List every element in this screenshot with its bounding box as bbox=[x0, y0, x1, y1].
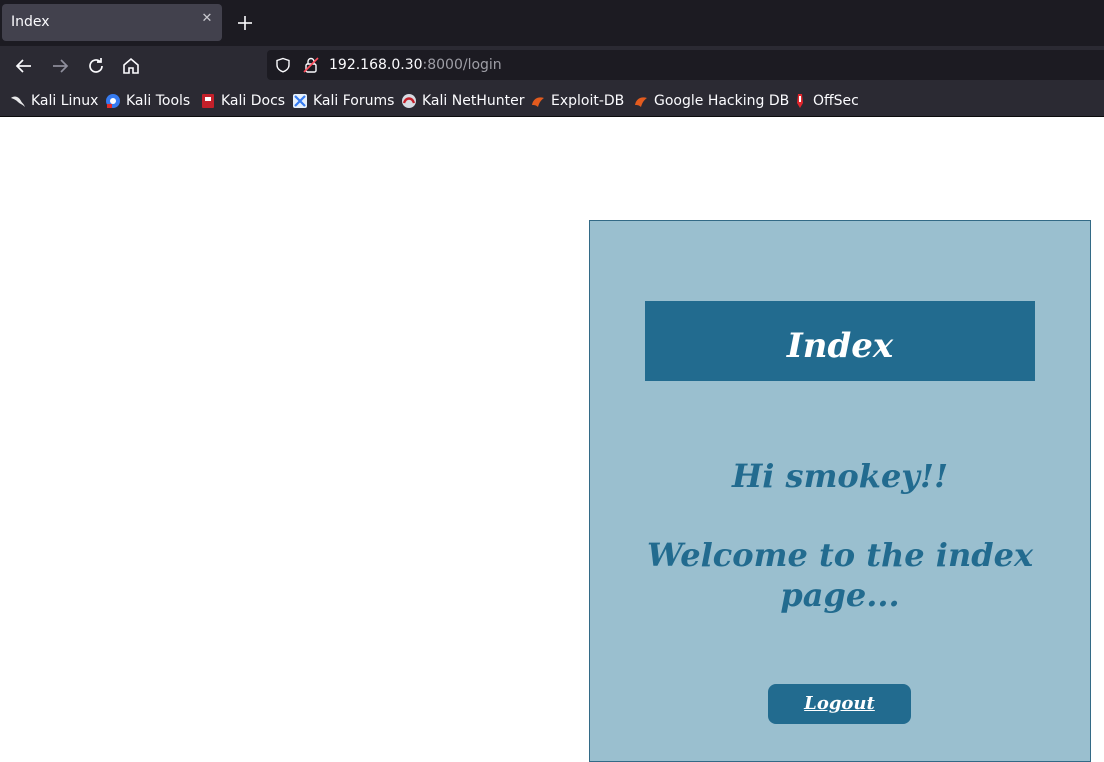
ghdb-icon bbox=[635, 97, 647, 107]
reload-icon[interactable] bbox=[84, 54, 108, 78]
insecure-lock-icon[interactable] bbox=[303, 56, 319, 74]
close-icon[interactable]: ✕ bbox=[200, 12, 214, 26]
kali-nethunter-icon bbox=[402, 94, 416, 108]
bookmark-google-hacking-db[interactable]: Google Hacking DB bbox=[633, 92, 789, 110]
bookmark-offsec[interactable]: OffSec bbox=[792, 92, 859, 110]
arrow-right-icon[interactable] bbox=[48, 54, 72, 78]
tab-index[interactable]: Index ✕ bbox=[2, 4, 222, 41]
offsec-icon bbox=[797, 94, 803, 108]
url-path: :8000/login bbox=[422, 57, 502, 73]
greeting-text: Hi smokey!! bbox=[732, 457, 948, 495]
bookmark-label: Kali Docs bbox=[221, 93, 286, 109]
url-host: 192.168.0.30 bbox=[329, 57, 423, 73]
bookmark-kali-nethunter[interactable]: Kali NetHunter bbox=[401, 92, 524, 110]
bookmarks-toolbar: Kali Linux Kali Tools Kali Docs Kali For… bbox=[0, 86, 1104, 117]
bookmark-kali-linux[interactable]: Kali Linux bbox=[10, 92, 98, 110]
arrow-left-icon[interactable] bbox=[12, 54, 36, 78]
kali-docs-icon bbox=[202, 94, 214, 108]
bookmark-label: OffSec bbox=[813, 93, 859, 109]
bookmark-exploit-db[interactable]: Exploit-DB bbox=[530, 92, 624, 110]
bookmark-kali-tools[interactable]: Kali Tools bbox=[105, 92, 190, 110]
kali-tools-icon bbox=[106, 94, 120, 108]
plus-icon[interactable] bbox=[234, 12, 256, 34]
bookmark-label: Kali Forums bbox=[313, 93, 395, 109]
url-text[interactable]: 192.168.0.30:8000/login bbox=[329, 57, 502, 73]
shield-icon[interactable] bbox=[275, 57, 291, 73]
welcome-text: Welcome to the index page... bbox=[646, 536, 1034, 614]
bookmark-kali-docs[interactable]: Kali Docs bbox=[200, 92, 285, 110]
index-panel: Index Hi smokey!! Welcome to the index p… bbox=[589, 220, 1091, 762]
exploit-db-icon bbox=[532, 97, 544, 107]
page-title: Index bbox=[645, 301, 1035, 381]
bookmark-label: Google Hacking DB bbox=[654, 93, 790, 109]
kali-forums-icon bbox=[293, 94, 307, 108]
bookmark-kali-forums[interactable]: Kali Forums bbox=[292, 92, 394, 110]
tab-title: Index bbox=[11, 14, 50, 30]
home-icon[interactable] bbox=[119, 54, 143, 78]
url-bar[interactable]: 192.168.0.30:8000/login bbox=[267, 50, 1104, 80]
bookmark-label: Kali Tools bbox=[126, 93, 191, 109]
bookmark-label: Kali NetHunter bbox=[422, 93, 525, 109]
bookmark-label: Kali Linux bbox=[31, 93, 99, 109]
logout-button[interactable]: Logout bbox=[768, 684, 911, 724]
tab-bar: Index ✕ bbox=[0, 0, 1104, 46]
bookmark-label: Exploit-DB bbox=[551, 93, 625, 109]
kali-dragon-icon bbox=[11, 96, 25, 107]
